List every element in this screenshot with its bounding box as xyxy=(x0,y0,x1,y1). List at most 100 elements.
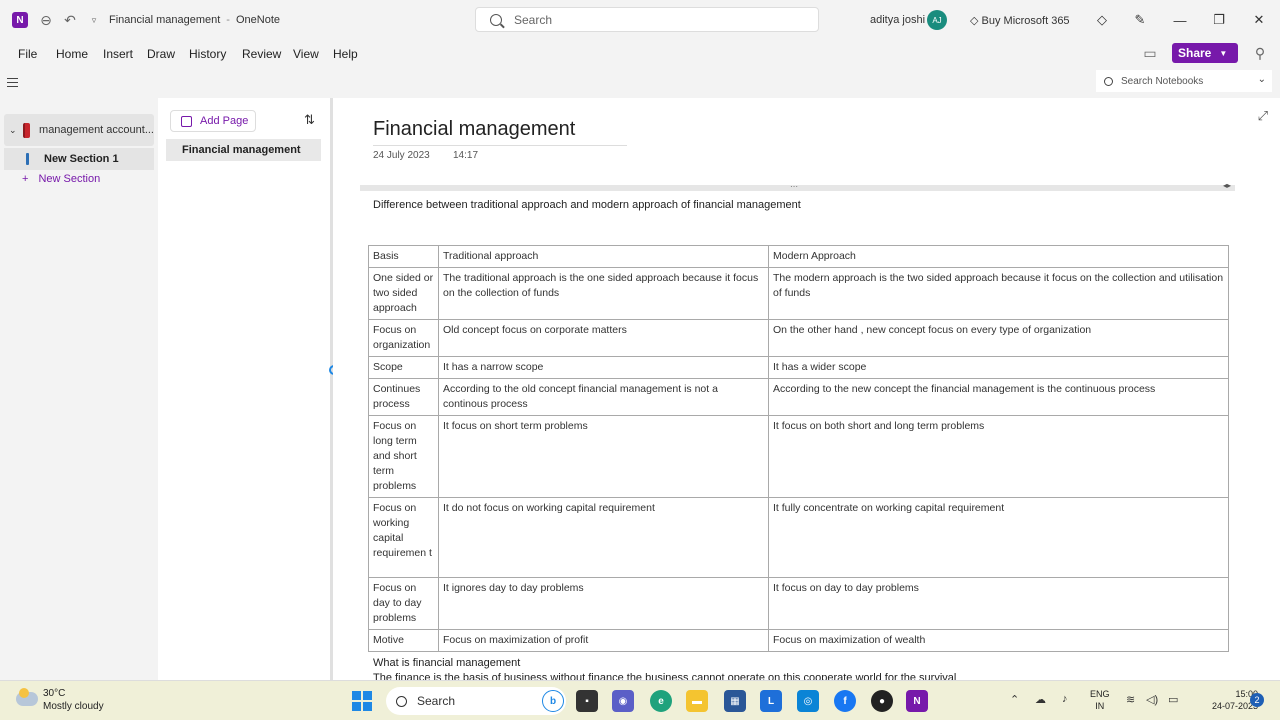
table-cell[interactable]: It has a wider scope xyxy=(768,356,1229,379)
search-notebooks-input[interactable]: Search Notebooks ⌄ xyxy=(1096,70,1272,92)
table-cell[interactable]: On the other hand , new concept focus on… xyxy=(768,319,1229,357)
cloud-icon[interactable]: ☁ xyxy=(1035,693,1046,706)
teams-chat-icon[interactable]: ◉ xyxy=(612,690,634,712)
menu-help[interactable]: Help xyxy=(333,47,358,61)
close-button[interactable]: ✕ xyxy=(1249,10,1269,30)
undo-icon[interactable]: ↶ xyxy=(60,10,80,30)
weather-temperature[interactable]: 30°C xyxy=(43,688,65,699)
onenote-taskbar-icon[interactable]: N xyxy=(906,690,928,712)
chevron-down-icon[interactable]: ⌄ xyxy=(9,125,17,136)
table-cell[interactable]: It focus on both short and long term pro… xyxy=(768,415,1229,498)
premium-diamond-icon[interactable]: ◇ xyxy=(1092,10,1112,30)
table-cell[interactable]: Focus on day to day problems xyxy=(368,577,439,630)
buy-microsoft-365-link[interactable]: ◇ Buy Microsoft 365 xyxy=(970,14,1070,27)
menu-view[interactable]: View xyxy=(293,47,319,61)
title-separator: - xyxy=(226,14,230,26)
weather-cloudy-icon[interactable] xyxy=(16,688,38,706)
battery-icon[interactable]: ▭ xyxy=(1168,693,1178,706)
outlook-icon[interactable]: ◎ xyxy=(797,690,819,712)
table-cell[interactable]: It fully concentrate on working capital … xyxy=(768,497,1229,578)
maximize-button[interactable]: ❐ xyxy=(1209,10,1229,30)
language-indicator[interactable]: ENG IN xyxy=(1090,688,1110,712)
table-cell[interactable]: It focus on day to day problems xyxy=(768,577,1229,630)
hamburger-menu-icon[interactable] xyxy=(7,78,18,87)
table-cell[interactable]: Focus on maximization of profit xyxy=(438,629,769,652)
notebook-item[interactable]: ⌄ management account... xyxy=(4,114,154,146)
github-icon[interactable]: ● xyxy=(871,690,893,712)
sort-icon[interactable]: ⇅ xyxy=(304,112,315,128)
table-cell[interactable]: Focus on long term and short term proble… xyxy=(368,415,439,498)
add-page-button[interactable]: Add Page xyxy=(170,110,256,132)
table-cell[interactable]: It focus on short term problems xyxy=(438,415,769,498)
notebook-name: management account... xyxy=(39,124,154,136)
menu-insert[interactable]: Insert xyxy=(103,47,133,61)
menu-draw[interactable]: Draw xyxy=(147,47,175,61)
page-list-item[interactable]: Financial management xyxy=(166,139,321,161)
drag-handle-icon[interactable]: ⋯ xyxy=(790,182,799,191)
chevron-down-icon[interactable]: ▼ xyxy=(1219,49,1227,58)
weather-condition[interactable]: Mostly cloudy xyxy=(43,701,104,712)
table-cell[interactable]: It do not focus on working capital requi… xyxy=(438,497,769,578)
microsoft-store-icon[interactable]: ▦ xyxy=(724,690,746,712)
language-region: IN xyxy=(1095,701,1105,711)
resize-arrows-icon[interactable]: ◂▸ xyxy=(1223,181,1231,190)
minimize-button[interactable]: — xyxy=(1170,10,1190,30)
file-explorer-icon[interactable]: ▬ xyxy=(686,690,708,712)
show-hidden-icons-chevron-icon[interactable]: ⌃ xyxy=(1010,693,1019,706)
note-heading[interactable]: Difference between traditional approach … xyxy=(373,199,801,211)
section-heading-text[interactable]: What is financial management xyxy=(373,657,520,669)
sticky-notes-icon[interactable]: ▭ xyxy=(1140,43,1160,63)
volume-icon[interactable]: ◁) xyxy=(1146,693,1158,706)
menu-file[interactable]: File xyxy=(18,47,37,61)
table-header-cell[interactable]: Modern Approach xyxy=(768,245,1229,268)
body-text[interactable]: The finance is the basis of business wit… xyxy=(373,672,956,680)
page-canvas[interactable]: ⤢ Financial management 24 July 2023 14:1… xyxy=(333,98,1280,680)
table-cell[interactable]: Focus on organization xyxy=(368,319,439,357)
windows-start-icon[interactable] xyxy=(352,691,372,711)
quick-access-dropdown-icon[interactable]: ▿ xyxy=(84,10,104,30)
table-cell[interactable]: Scope xyxy=(368,356,439,379)
task-view-icon[interactable]: ▪ xyxy=(576,690,598,712)
table-cell[interactable]: It has a narrow scope xyxy=(438,356,769,379)
facebook-icon[interactable]: f xyxy=(834,690,856,712)
note-container-handle[interactable]: ⋯ ◂▸ xyxy=(360,181,1235,191)
menu-home[interactable]: Home xyxy=(56,47,88,61)
avatar[interactable]: AJ xyxy=(927,10,947,30)
microphone-icon[interactable]: ♪ xyxy=(1062,693,1068,705)
table-cell[interactable]: The modern approach is the two sided app… xyxy=(768,267,1229,320)
table-cell[interactable]: One sided or two sided approach xyxy=(368,267,439,320)
chevron-down-icon[interactable]: ⌄ xyxy=(1258,74,1266,85)
expand-icon[interactable]: ⤢ xyxy=(1258,108,1268,124)
table-cell[interactable]: Continues process xyxy=(368,378,439,416)
table-cell[interactable]: Old concept focus on corporate matters xyxy=(438,319,769,357)
table-header-cell[interactable]: Basis xyxy=(368,245,439,268)
edge-browser-icon[interactable]: e xyxy=(650,690,672,712)
table-cell[interactable]: The traditional approach is the one side… xyxy=(438,267,769,320)
table-cell[interactable]: It ignores day to day problems xyxy=(438,577,769,630)
search-placeholder: Search xyxy=(514,12,553,27)
app-l-icon[interactable]: L xyxy=(760,690,782,712)
taskbar-search-input[interactable]: Search xyxy=(386,687,566,715)
menu-review[interactable]: Review xyxy=(242,47,281,61)
notification-badge[interactable]: 2 xyxy=(1250,693,1264,707)
page-title[interactable]: Financial management xyxy=(373,118,627,146)
bing-icon[interactable]: b xyxy=(542,690,564,712)
table-cell[interactable]: According to the old concept financial m… xyxy=(438,378,769,416)
table-cell[interactable]: Focus on maximization of wealth xyxy=(768,629,1229,652)
pen-icon[interactable]: ✎ xyxy=(1130,10,1150,30)
global-search-input[interactable]: Search xyxy=(475,7,819,32)
table-cell[interactable]: Motive xyxy=(368,629,439,652)
section-item[interactable]: New Section 1 xyxy=(4,148,154,170)
wifi-icon[interactable]: ≋ xyxy=(1126,693,1135,706)
share-button[interactable]: Share ▼ xyxy=(1172,43,1238,63)
table-row: Focus on working capital requiremen t It… xyxy=(368,497,1229,578)
new-section-button[interactable]: + New Section xyxy=(22,173,100,185)
table-cell[interactable]: According to the new concept the financi… xyxy=(768,378,1229,416)
feedback-icon[interactable]: ⚲ xyxy=(1250,43,1270,63)
menu-history[interactable]: History xyxy=(189,47,226,61)
table-cell[interactable]: Focus on working capital requiremen t xyxy=(368,497,439,578)
back-icon[interactable]: ⊖ xyxy=(36,10,56,30)
comparison-table[interactable]: Basis Traditional approach Modern Approa… xyxy=(368,245,1229,652)
user-name[interactable]: aditya joshi xyxy=(870,14,925,26)
table-header-cell[interactable]: Traditional approach xyxy=(438,245,769,268)
